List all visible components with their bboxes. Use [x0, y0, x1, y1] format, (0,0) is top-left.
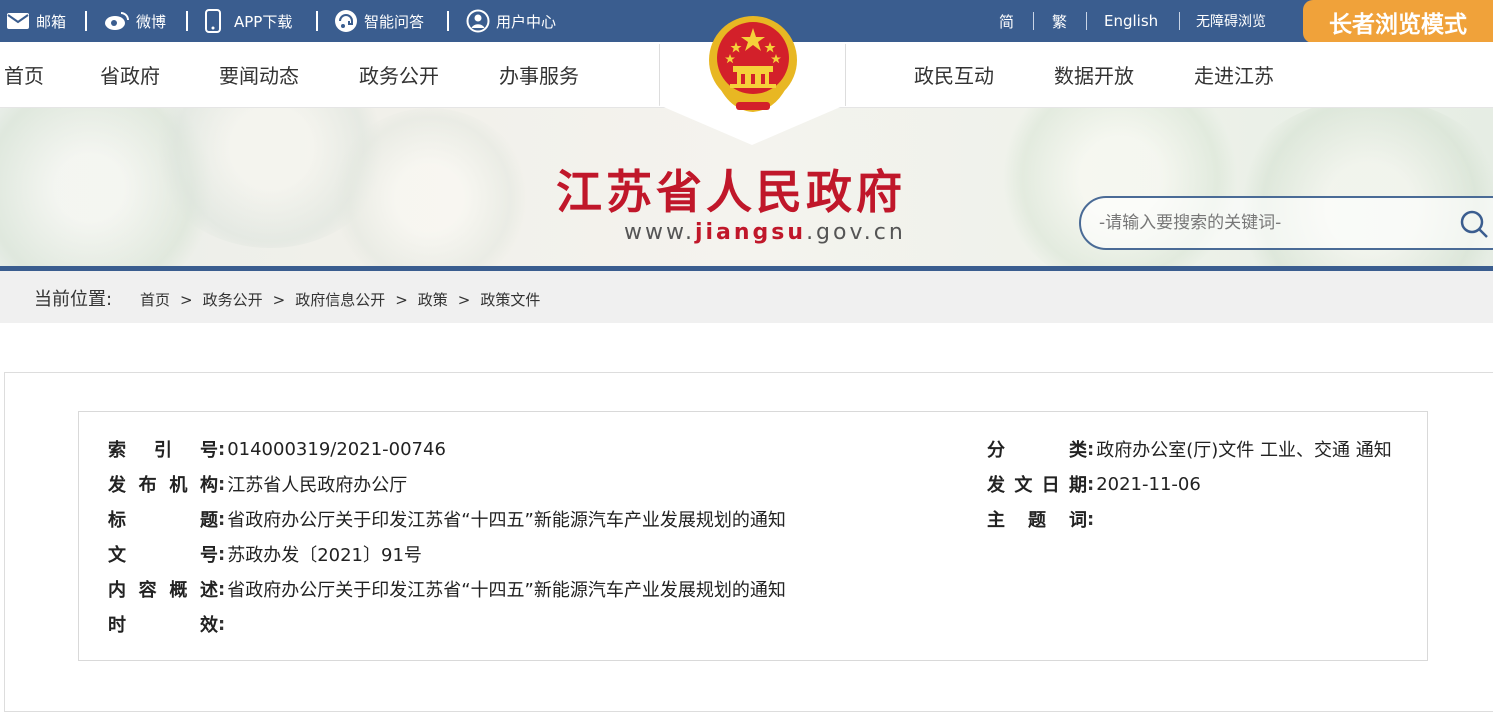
breadcrumb: 当前位置: 首页 > 政务公开 > 政府信息公开 > 政策 > 政策文件 [0, 271, 1493, 323]
info-value: 省政府办公厅关于印发江苏省“十四五”新能源汽车产业发展规划的通知 [227, 580, 786, 601]
info-label: 分类 [987, 440, 1087, 461]
breadcrumb-separator: > [457, 290, 471, 309]
info-value: 江苏省人民政府办公厅 [227, 475, 408, 496]
simplified-chinese-link[interactable]: 简 [999, 0, 1014, 42]
nav-open-data[interactable]: 数据开放 [1054, 42, 1134, 108]
info-index-number: 索引号: 014000319/2021-00746 [108, 437, 446, 462]
breadcrumb-information-disclosure[interactable]: 政府信息公开 [295, 289, 385, 310]
info-keywords: 主题词: [987, 507, 1096, 532]
nav-services[interactable]: 办事服务 [499, 42, 579, 108]
breadcrumb-label: 当前位置: [34, 289, 113, 310]
accessibility-link[interactable]: 无障碍浏览 [1196, 0, 1266, 42]
mail-link[interactable]: 邮箱 [6, 0, 66, 42]
site-title: 江苏省人民政府 [556, 165, 906, 219]
info-issue-date: 发文日期: 2021-11-06 [987, 472, 1201, 497]
chat-bot-icon [335, 10, 357, 32]
smart-qa-link[interactable]: 智能问答 [334, 0, 424, 42]
breadcrumb-separator: > [272, 290, 286, 309]
breadcrumb-policy[interactable]: 政策 [418, 289, 448, 310]
breadcrumb-home[interactable]: 首页 [140, 289, 170, 310]
info-publisher: 发布机构: 江苏省人民政府办公厅 [108, 472, 408, 497]
nav-home[interactable]: 首页 [4, 42, 44, 108]
breadcrumb-separator: > [180, 290, 193, 309]
english-link[interactable]: English [1104, 0, 1158, 42]
nav-news[interactable]: 要闻动态 [219, 42, 299, 108]
divider [316, 11, 318, 31]
url-suffix: .gov.cn [806, 220, 906, 245]
nav-interaction[interactable]: 政民互动 [914, 42, 994, 108]
info-label: 主题词 [987, 510, 1087, 531]
divider [186, 11, 188, 31]
search-icon[interactable] [1459, 209, 1489, 239]
breadcrumb-separator: > [395, 290, 408, 309]
info-value: 苏政办发〔2021〕91号 [227, 545, 422, 566]
info-title: 标题: 省政府办公厅关于印发江苏省“十四五”新能源汽车产业发展规划的通知 [108, 507, 786, 532]
info-label: 时效 [108, 615, 218, 636]
nav-provincial-government[interactable]: 省政府 [100, 42, 160, 108]
search-input[interactable] [1099, 210, 1439, 236]
info-value: 014000319/2021-00746 [227, 438, 446, 460]
divider [1033, 12, 1034, 30]
info-value: 政府办公室(厅)文件 工业、交通 通知 [1096, 440, 1392, 461]
breadcrumb-trail: 首页 > 政务公开 > 政府信息公开 > 政策 > 政策文件 [140, 289, 540, 310]
mail-label: 邮箱 [36, 12, 67, 31]
url-prefix: www. [624, 220, 695, 245]
info-category: 分类: 政府办公室(厅)文件 工业、交通 通知 [987, 437, 1392, 462]
smart-qa-label: 智能问答 [364, 12, 425, 31]
weibo-label: 微博 [136, 12, 167, 31]
divider [85, 11, 87, 31]
user-icon [466, 9, 490, 33]
info-label: 文号 [108, 545, 218, 566]
divider [1086, 12, 1087, 30]
user-center-link[interactable]: 用户中心 [466, 0, 556, 42]
breadcrumb-government-affairs[interactable]: 政务公开 [203, 289, 263, 310]
national-emblem-icon[interactable] [706, 14, 800, 116]
traditional-chinese-link[interactable]: 繁 [1052, 0, 1067, 42]
info-validity: 时效: [108, 612, 227, 637]
divider [447, 11, 449, 31]
info-label: 索引号 [108, 440, 218, 461]
info-label: 内容概述 [108, 580, 218, 601]
elder-mode-button[interactable]: 长者浏览模式 [1303, 0, 1493, 43]
app-download-link[interactable]: APP下载 [204, 0, 292, 42]
app-download-label: APP下载 [234, 12, 293, 31]
info-document-number: 文号: 苏政办发〔2021〕91号 [108, 542, 422, 567]
nav-about-jiangsu[interactable]: 走进江苏 [1194, 42, 1274, 108]
divider [1179, 12, 1180, 30]
site-url: www.jiangsu.gov.cn [624, 220, 906, 245]
search-box [1079, 196, 1493, 250]
weibo-link[interactable]: 微博 [104, 0, 166, 42]
weibo-icon [105, 12, 129, 30]
nav-government-affairs[interactable]: 政务公开 [359, 42, 439, 108]
info-summary: 内容概述: 省政府办公厅关于印发江苏省“十四五”新能源汽车产业发展规划的通知 [108, 577, 786, 602]
info-value: 省政府办公厅关于印发江苏省“十四五”新能源汽车产业发展规划的通知 [227, 510, 786, 531]
phone-icon [205, 9, 221, 33]
user-center-label: 用户中心 [496, 12, 557, 31]
mail-icon [7, 13, 29, 29]
info-label: 发布机构 [108, 475, 218, 496]
info-label: 标题 [108, 510, 218, 531]
url-highlight: jiangsu [694, 220, 807, 245]
breadcrumb-policy-documents[interactable]: 政策文件 [480, 289, 540, 310]
info-label: 发文日期 [987, 475, 1087, 496]
info-value: 2021-11-06 [1096, 473, 1201, 495]
